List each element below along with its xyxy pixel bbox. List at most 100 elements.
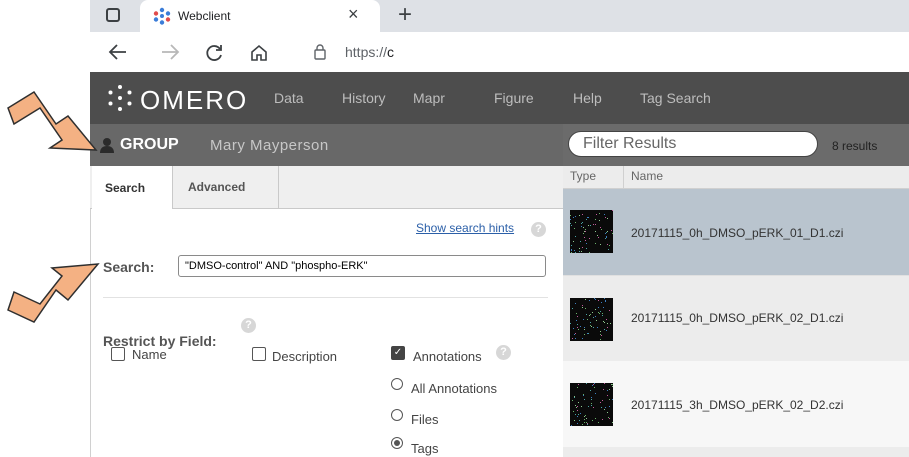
name-checkbox[interactable] [111, 347, 125, 361]
thumbnail-speck [600, 244, 601, 245]
nav-tag-search[interactable]: Tag Search [640, 90, 711, 106]
thumbnail-speck [570, 219, 571, 220]
column-type[interactable]: Type [570, 169, 596, 183]
thumbnail-speck [573, 217, 574, 218]
group-user-name[interactable]: Mary Mayperson [210, 137, 329, 154]
tags-label: Tags [411, 441, 439, 456]
thumbnail-speck [586, 383, 587, 384]
thumbnail-speck [601, 229, 602, 230]
thumbnail-speck [570, 323, 571, 324]
new-tab-button[interactable]: + [398, 0, 412, 30]
thumbnail-speck [610, 323, 611, 324]
files-radio[interactable] [391, 409, 403, 421]
column-name[interactable]: Name [631, 169, 663, 183]
url-host: c [387, 44, 395, 60]
thumbnail-speck [591, 397, 592, 398]
thumbnail-speck [601, 335, 602, 336]
thumbnail-speck [598, 307, 599, 308]
thumbnail-speck [609, 389, 610, 390]
thumbnail-speck [585, 231, 586, 232]
forward-icon[interactable] [160, 43, 180, 61]
thumbnail-speck [594, 387, 595, 388]
thumbnail-speck [577, 387, 578, 388]
group-label: GROUP [120, 136, 179, 153]
thumbnail-speck [574, 228, 575, 229]
column-separator [623, 166, 624, 188]
thumbnail-speck [575, 252, 576, 253]
address-bar[interactable]: https://c [345, 44, 394, 60]
thumbnail-speck [592, 312, 593, 313]
tab-advanced[interactable]: Advanced [188, 180, 245, 194]
browser-tab[interactable] [140, 0, 380, 32]
thumbnail-speck [576, 320, 577, 321]
thumbnail-speck [579, 420, 580, 421]
thumbnail-speck [578, 402, 579, 403]
tab-title: Webclient [178, 9, 231, 23]
nav-help[interactable]: Help [573, 90, 602, 106]
thumbnail-speck [581, 226, 582, 227]
thumbnail-speck [597, 235, 598, 236]
thumbnail-speck [604, 329, 605, 330]
thumbnail-speck [574, 420, 575, 421]
tab-close-icon[interactable]: × [348, 4, 359, 25]
thumbnail-speck [586, 219, 587, 220]
thumbnail-speck [608, 417, 609, 418]
description-checkbox[interactable] [252, 347, 266, 361]
back-icon[interactable] [108, 43, 128, 61]
thumbnail-speck [593, 317, 594, 318]
show-search-hints-link[interactable]: Show search hints [416, 221, 514, 235]
thumbnail-speck [600, 402, 601, 403]
nav-figure[interactable]: Figure [494, 90, 534, 106]
thumbnail-speck [603, 389, 604, 390]
annotation-arrow [7, 90, 98, 151]
thumbnail-speck [589, 300, 590, 301]
help-icon[interactable]: ? [241, 318, 256, 333]
thumbnail-speck [586, 248, 587, 249]
reload-icon[interactable] [204, 43, 224, 63]
filter-results-input[interactable]: Filter Results [568, 131, 818, 157]
thumbnail-speck [574, 397, 575, 398]
thumbnail-speck [582, 214, 583, 215]
thumbnail-speck [586, 314, 587, 315]
search-input[interactable] [178, 255, 546, 277]
nav-data[interactable]: Data [274, 90, 304, 106]
thumbnail-speck [604, 214, 605, 215]
all-annotations-radio[interactable] [391, 378, 403, 390]
tab-actions-icon[interactable] [106, 8, 120, 22]
thumbnail-speck [571, 252, 572, 253]
thumbnail-speck [595, 418, 596, 419]
thumbnail-speck [577, 410, 578, 411]
divider [103, 297, 548, 298]
annotations-checkbox[interactable]: ✓ [391, 346, 405, 360]
annotation-arrow [7, 263, 100, 323]
thumbnail-speck [612, 422, 613, 423]
thumbnail-speck [603, 307, 604, 308]
thumbnail-speck [604, 322, 605, 323]
thumbnail-speck [599, 313, 600, 314]
annotations-option-label: Annotations [413, 349, 482, 364]
omero-favicon-icon [153, 7, 171, 25]
thumbnail-speck [602, 313, 603, 314]
thumbnail-speck [606, 319, 607, 320]
thumbnail-speck [588, 333, 589, 334]
url-prefix: https:// [345, 44, 388, 60]
thumbnail-speck [609, 406, 610, 407]
help-icon[interactable]: ? [496, 345, 511, 360]
home-icon[interactable] [249, 43, 269, 63]
thumbnail-speck [595, 393, 596, 394]
tags-radio[interactable] [391, 437, 403, 449]
nav-mapr[interactable]: Mapr [413, 90, 445, 106]
omero-logo-text[interactable]: OMERO [140, 85, 248, 116]
nav-history[interactable]: History [342, 90, 386, 106]
help-icon[interactable]: ? [531, 222, 546, 237]
thumbnail-speck [605, 238, 606, 239]
thumbnail-speck [606, 330, 607, 331]
thumbnail-speck [587, 319, 588, 320]
thumbnail-speck [586, 422, 587, 423]
thumbnail-speck [584, 237, 585, 238]
search-label: Search: [103, 259, 155, 275]
thumbnail-speck [599, 220, 600, 221]
thumbnail-speck [607, 390, 608, 391]
thumbnail-speck [577, 327, 578, 328]
row-name: 20171115_0h_DMSO_pERK_01_D1.czi [631, 226, 844, 240]
